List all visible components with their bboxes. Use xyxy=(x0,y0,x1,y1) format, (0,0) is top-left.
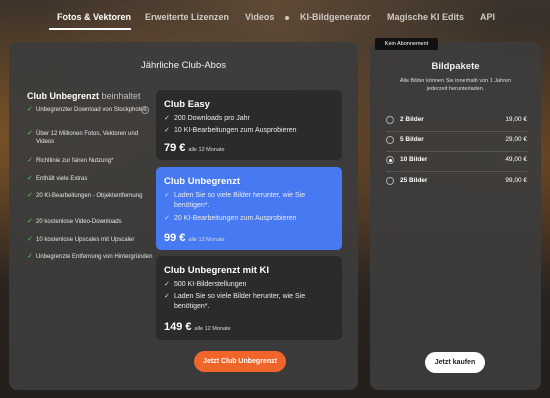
radio-button-selected[interactable] xyxy=(386,156,394,164)
package-option-selected[interactable]: 10 Bilder 49,00 € xyxy=(386,154,527,166)
tab-ki-bildgenerator[interactable]: KI-Bildgenerator xyxy=(300,12,371,22)
plan-feature-text: 10 KI-Bearbeitungen zum Ausprobieren xyxy=(174,127,297,134)
club-cta-button[interactable]: Jetzt Club Unbegrenzt xyxy=(194,351,286,372)
package-option[interactable]: 2 Bilder 19,00 € xyxy=(386,114,527,126)
package-price: 99,00 € xyxy=(505,177,527,184)
plan-price-value: 149 € xyxy=(164,321,192,333)
tab-erweiterte-lizenzen[interactable]: Erweiterte Lizenzen xyxy=(145,12,229,22)
check-icon: ✓ xyxy=(27,236,33,243)
plan-price-period: alle 12 Monate xyxy=(194,326,231,332)
plan-price-value: 79 € xyxy=(164,142,186,154)
plan-feature: ✓ 10 KI-Bearbeitungen zum Ausprobieren xyxy=(164,126,334,136)
club-subscriptions-panel: Jährliche Club-Abos Club Unbegrenzt bein… xyxy=(9,42,358,390)
feature-text: Unbegrenzte Entfernung von Hintergründen xyxy=(36,254,153,260)
plan-price-value: 99 € xyxy=(164,232,186,244)
feature-text: 20 kostenlose Video-Downloads xyxy=(36,219,122,225)
package-price: 19,00 € xyxy=(505,116,527,123)
feature-text: 10 kostenlose Upscales mit Upscaler xyxy=(36,237,135,243)
feature-text: Enthält viele Extras xyxy=(36,176,88,182)
plan-title: Club Easy xyxy=(164,99,210,110)
tab-fotos-vektoren[interactable]: Fotos & Vektoren xyxy=(57,12,131,22)
no-subscription-badge: Kein Abonnement xyxy=(375,38,438,50)
check-icon: ✓ xyxy=(164,281,170,288)
club-panel-title: Jährliche Club-Abos xyxy=(140,60,226,71)
tab-magische-ki-edits[interactable]: Magische KI Edits xyxy=(387,12,464,22)
feature-item: ✓ 10 kostenlose Upscales mit Upscaler xyxy=(27,236,157,244)
check-icon: ✓ xyxy=(27,218,33,225)
plan-feature-text: 500 KI-Bilderstellungen xyxy=(174,281,247,288)
package-label: 5 Bilder xyxy=(400,136,424,143)
check-icon: ✓ xyxy=(27,192,33,199)
check-icon: ✓ xyxy=(164,115,170,122)
plan-price: 99 € alle 12 Monate xyxy=(164,232,225,244)
tab-videos[interactable]: Videos xyxy=(245,12,274,22)
plan-price-period: alle 12 Monate xyxy=(188,147,225,153)
top-nav: Fotos & Vektoren Erweiterte Lizenzen Vid… xyxy=(0,0,550,36)
packages-subtitle: Alle Bilder können Sie innerhalb von 1 J… xyxy=(399,78,512,92)
info-icon[interactable]: i xyxy=(141,106,149,114)
image-packages-panel: Bildpakete Alle Bilder können Sie innerh… xyxy=(370,42,541,390)
package-label: 25 Bilder xyxy=(400,177,428,184)
package-price: 29,00 € xyxy=(505,136,527,143)
tab-api[interactable]: API xyxy=(480,12,495,22)
check-icon: ✓ xyxy=(27,106,33,113)
plan-price: 79 € alle 12 Monate xyxy=(164,142,225,154)
plan-feature: ✓ Laden Sie so viele Bilder herunter, wie… xyxy=(164,191,334,211)
feature-item: ✓ Richtlinie zur fairen Nutzung* xyxy=(27,157,157,165)
feature-text: Richtlinie zur fairen Nutzung* xyxy=(36,158,114,164)
plan-card-club-easy[interactable]: Club Easy ✓ 200 Downloads pro Jahr ✓ 10 KI… xyxy=(156,90,342,160)
includes-heading-light: beinhaltet xyxy=(101,91,141,101)
radio-button[interactable] xyxy=(386,177,394,185)
plan-card-club-unbegrenzt-mit-ki[interactable]: Club Unbegrenzt mit KI ✓ 500 KI-Bilderste… xyxy=(156,256,342,340)
plan-feature: ✓ Laden Sie so viele Bilder herunter, wie… xyxy=(164,292,334,312)
plan-title: Club Unbegrenzt mit KI xyxy=(164,265,270,276)
plan-card-club-unbegrenzt[interactable]: Club Unbegrenzt ✓ Laden Sie so viele Bild… xyxy=(156,167,342,250)
divider xyxy=(386,151,527,152)
plan-feature: ✓ 200 Downloads pro Jahr xyxy=(164,114,334,124)
package-label: 2 Bilder xyxy=(400,116,424,123)
feature-item: ✓ Über 12 Millionen Fotos, Vektoren und V… xyxy=(27,130,157,146)
buy-now-button[interactable]: Jetzt kaufen xyxy=(425,352,485,373)
plan-feature: ✓ 20 KI-Bearbeitungen zum Ausprobieren xyxy=(164,214,334,224)
active-tab-underline xyxy=(49,28,131,30)
plan-feature: ✓ 500 KI-Bilderstellungen xyxy=(164,280,334,290)
nav-separator-dot xyxy=(285,16,289,20)
check-icon: ✓ xyxy=(164,293,170,300)
check-icon: ✓ xyxy=(27,157,33,164)
package-option[interactable]: 5 Bilder 29,00 € xyxy=(386,134,527,146)
includes-heading-bold: Club Unbegrenzt xyxy=(27,91,99,101)
plan-price-period: alle 12 Monate xyxy=(188,237,225,243)
feature-text: Über 12 Millionen Fotos, Vektoren und Vi… xyxy=(36,131,139,145)
includes-heading: Club Unbegrenzt beinhaltet xyxy=(27,91,141,101)
plan-price: 149 € alle 12 Monate xyxy=(164,321,231,333)
check-icon: ✓ xyxy=(164,215,170,222)
check-icon: ✓ xyxy=(164,192,170,199)
package-price: 49,00 € xyxy=(505,156,527,163)
feature-item: ✓ 20 KI-Bearbeitungen - Objektentfernung xyxy=(27,192,157,200)
plan-feature-text: Laden Sie so viele Bilder herunter, wie … xyxy=(174,293,306,310)
check-icon: ✓ xyxy=(27,253,33,260)
feature-item: ✓ Unbegrenzter Download von Stockphotos xyxy=(27,106,157,114)
divider xyxy=(386,171,527,172)
check-icon: ✓ xyxy=(27,175,33,182)
divider xyxy=(386,131,527,132)
radio-button[interactable] xyxy=(386,116,394,124)
check-icon: ✓ xyxy=(27,130,33,137)
plan-feature-text: 200 Downloads pro Jahr xyxy=(174,115,250,122)
radio-button[interactable] xyxy=(386,136,394,144)
plan-feature-text: Laden Sie so viele Bilder herunter, wie … xyxy=(174,192,306,209)
feature-text: 20 KI-Bearbeitungen - Objektentfernung xyxy=(36,193,143,199)
plan-title: Club Unbegrenzt xyxy=(164,176,240,187)
feature-item: ✓ Unbegrenzte Entfernung von Hintergründe… xyxy=(27,253,157,261)
check-icon: ✓ xyxy=(164,127,170,134)
packages-title: Bildpakete xyxy=(431,61,480,72)
feature-text: Unbegrenzter Download von Stockphotos xyxy=(36,107,147,113)
package-option[interactable]: 25 Bilder 99,00 € xyxy=(386,175,527,187)
package-label: 10 Bilder xyxy=(400,156,428,163)
feature-item: ✓ Enthält viele Extras xyxy=(27,175,157,183)
feature-item: ✓ 20 kostenlose Video-Downloads xyxy=(27,218,157,226)
plan-feature-text: 20 KI-Bearbeitungen zum Ausprobieren xyxy=(174,215,297,222)
